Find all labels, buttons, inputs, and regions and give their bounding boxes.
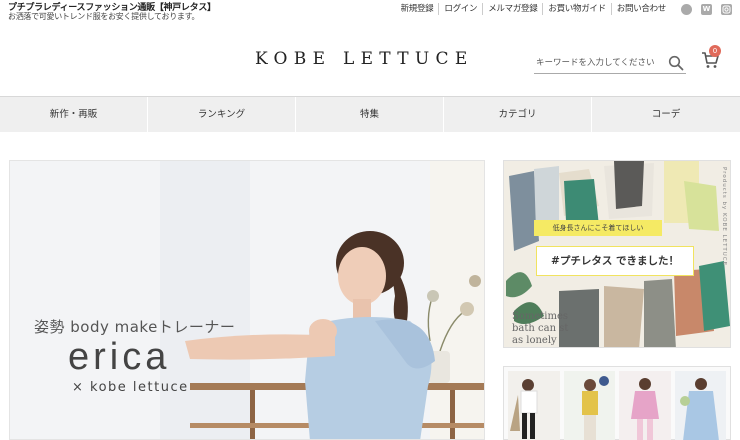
search-box xyxy=(534,52,686,74)
coordinate-thumbnail[interactable] xyxy=(674,371,726,440)
coordinate-thumbnail[interactable] xyxy=(508,371,560,440)
coordinate-thumbnails xyxy=(503,366,731,440)
search-icon[interactable] xyxy=(668,55,684,71)
banner-script-line: as lonely xyxy=(512,335,557,346)
banner-script-line: bath can st xyxy=(512,323,569,334)
line-icon[interactable] xyxy=(681,3,692,15)
banner-title: #プチレタス できました！ xyxy=(536,246,694,276)
hero-banner[interactable]: 姿勢 body makeトレーナー erica × kobe lettuce xyxy=(9,160,485,440)
contact-link[interactable]: お問い合わせ xyxy=(612,3,671,15)
top-bar: プチプラレディースファッション通販【神戸レタス】 お洒落で可愛いトレンド服をお安… xyxy=(0,0,740,24)
wear-icon[interactable]: W xyxy=(701,3,712,15)
petit-lettuce-banner[interactable]: Products by KOBE LETTUCE 低身長さんにこそ着てほしい #… xyxy=(503,160,731,348)
login-link[interactable]: ログイン xyxy=(439,3,484,15)
hero-collab: × kobe lettuce xyxy=(72,380,189,395)
utility-nav: 新規登録 ログイン メルマガ登録 お買い物ガイド お問い合わせ W xyxy=(396,3,732,15)
shopping-guide-link[interactable]: お買い物ガイド xyxy=(543,3,612,15)
nav-coordinate[interactable]: コーデ xyxy=(592,97,740,133)
coordinate-thumbnail[interactable] xyxy=(619,371,671,440)
main-nav: 新作・再販 ランキング 特集 カテゴリ コーデ xyxy=(0,96,740,133)
banner-script-line: Sometimes xyxy=(512,311,569,322)
cart-count-badge: 0 xyxy=(709,45,721,57)
nav-new-arrivals[interactable]: 新作・再販 xyxy=(0,97,148,133)
social-links: W xyxy=(681,3,732,15)
register-link[interactable]: 新規登録 xyxy=(396,3,440,15)
site-logo[interactable]: KOBE LETTUCE xyxy=(255,49,474,69)
instagram-icon[interactable] xyxy=(721,3,732,15)
nav-category[interactable]: カテゴリ xyxy=(444,97,592,133)
newsletter-link[interactable]: メルマガ登録 xyxy=(483,3,544,15)
model-photo xyxy=(185,231,435,439)
hero-name: erica xyxy=(68,336,171,378)
nav-features[interactable]: 特集 xyxy=(296,97,444,133)
coordinate-thumbnail[interactable] xyxy=(563,371,615,440)
nav-ranking[interactable]: ランキング xyxy=(148,97,296,133)
hero-headline: 姿勢 body makeトレーナー xyxy=(34,318,236,336)
banner-caption: 低身長さんにこそ着てほしい xyxy=(534,220,662,236)
search-input[interactable] xyxy=(536,55,664,70)
banner-vertical-text: Products by KOBE LETTUCE xyxy=(721,167,727,267)
site-tagline: お洒落で可愛いトレンド服をお安く提供しております。 xyxy=(8,12,200,21)
